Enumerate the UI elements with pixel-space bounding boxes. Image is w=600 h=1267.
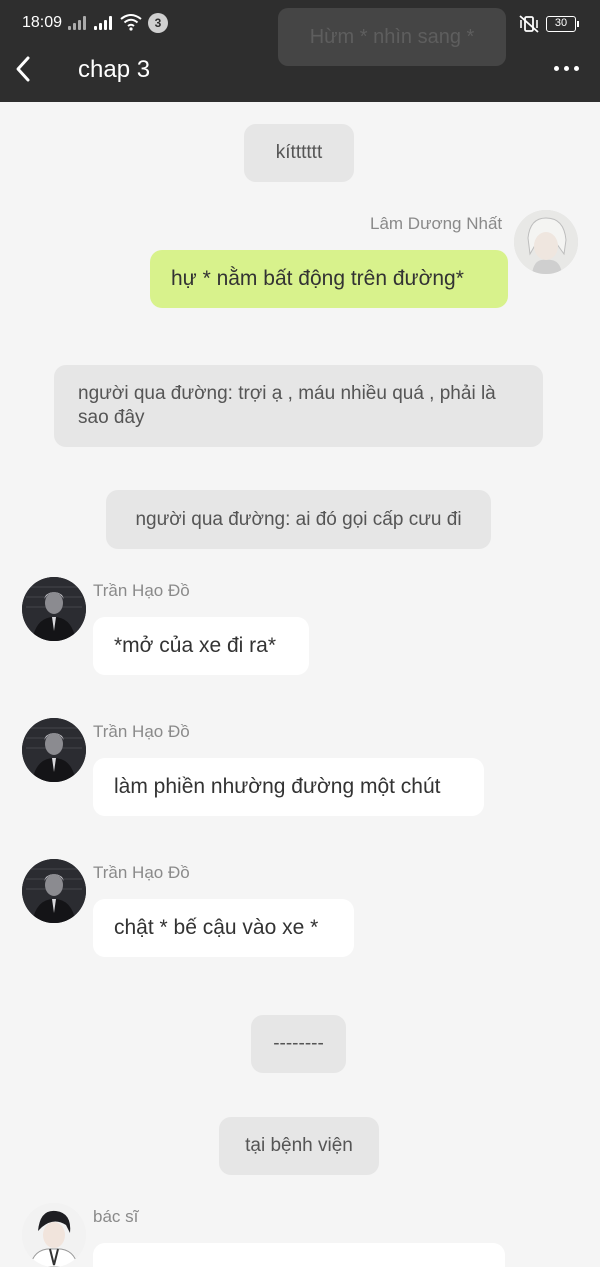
sender-name: Trần Hạo Đồ: [93, 722, 190, 741]
vibrate-mute-icon: [519, 15, 539, 33]
avatar-dark-suit-icon: [22, 577, 86, 641]
avatar[interactable]: [22, 859, 86, 923]
avatar-white-hair-icon: [514, 210, 578, 274]
message-bubble: *mở của xe đi ra*: [93, 617, 309, 675]
sender-name: Lâm Dương Nhất: [370, 214, 503, 233]
notification-badge: 3: [148, 13, 168, 33]
signal-icon: [94, 16, 114, 30]
avatar-dark-suit-icon: [22, 859, 86, 923]
back-button[interactable]: [10, 52, 40, 86]
sender-name: Trần Hạo Đồ: [93, 863, 190, 882]
narration-bubble: tại bệnh viện: [219, 1117, 379, 1175]
battery-icon: 30: [546, 16, 579, 32]
narration-bubble: người qua đường: ai đó gọi cấp cưu đi: [106, 490, 491, 549]
narration-text: tại bệnh viện: [245, 1135, 353, 1156]
status-time: 18:09: [22, 14, 63, 31]
top-bar: 18:09 3 Hừm * nhìn sang * 30 chap 3: [0, 0, 600, 102]
status-bar: 18:09 3 Hừm * nhìn sang * 30: [0, 0, 600, 66]
avatar[interactable]: [22, 1203, 86, 1267]
avatar[interactable]: [514, 210, 578, 274]
narration-bubble: người qua đường: trợi ạ , máu nhiều quá …: [54, 365, 543, 447]
narration-text: người qua đường: trợi ạ , máu nhiều quá …: [78, 383, 496, 428]
narration-bubble: kítttttt: [244, 124, 354, 182]
message-text: hự * nằm bất động trên đường*: [171, 267, 464, 290]
avatar[interactable]: [22, 577, 86, 641]
sender-name: Trần Hạo Đồ: [93, 581, 190, 600]
narration-text: kítttttt: [275, 142, 323, 163]
avatar-dark-suit-icon: [22, 718, 86, 782]
avatar[interactable]: [22, 718, 86, 782]
message-bubble: chật * bế cậu vào xe *: [93, 899, 354, 957]
message-bubble: làm phiền nhường đường một chút: [93, 758, 484, 816]
wifi-icon: [120, 14, 142, 31]
message-text: chật * bế cậu vào xe *: [114, 916, 319, 939]
message-text: làm phiền nhường đường một chút: [114, 775, 441, 798]
ghost-message-bubble: Hừm * nhìn sang *: [278, 8, 506, 66]
narration-text: người qua đường: ai đó gọi cấp cưu đi: [135, 508, 462, 530]
page-title: chap 3: [78, 56, 151, 83]
more-options-button[interactable]: [552, 62, 582, 76]
message-text: *mở của xe đi ra*: [114, 634, 277, 657]
narration-bubble: --------: [251, 1015, 346, 1073]
message-bubble: hự * nằm bất động trên đường*: [150, 250, 508, 308]
narration-text: --------: [273, 1033, 324, 1054]
message-bubble: [93, 1243, 505, 1267]
avatar-doctor-icon: [22, 1203, 86, 1267]
sender-name: bác sĩ: [93, 1207, 139, 1226]
signal-icon: [68, 16, 88, 30]
